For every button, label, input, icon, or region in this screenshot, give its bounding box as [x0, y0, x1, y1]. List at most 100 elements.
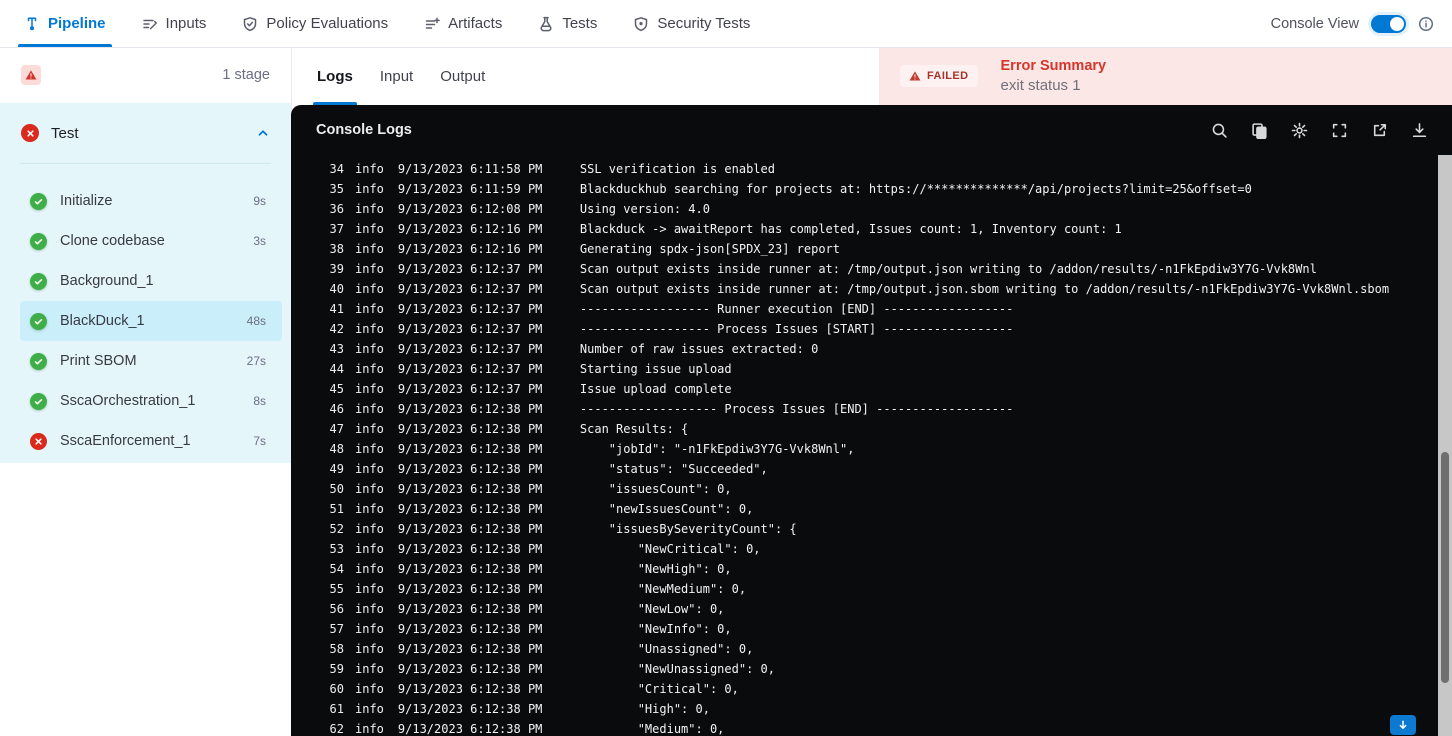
top-tab-policy-evaluations[interactable]: Policy Evaluations [242, 0, 388, 47]
console-scrollbar[interactable] [1438, 155, 1452, 736]
log-message: "NewUnassigned": 0, [579, 662, 775, 676]
step-duration: 3s [253, 234, 266, 248]
step-row-sscaorchestration-1[interactable]: SscaOrchestration_1 8s [20, 381, 282, 421]
log-viewport[interactable]: 34 info 9/13/2023 6:11:58 PM SSL verificati… [291, 163, 1438, 736]
log-message: Number of raw issues extracted: 0 [579, 342, 819, 356]
copy-icon[interactable] [1251, 122, 1268, 139]
log-line-number: 43 [329, 342, 344, 356]
log-line: 42 info 9/13/2023 6:12:37 PM --------------… [291, 319, 1438, 339]
log-level: info [355, 202, 384, 216]
log-line: 35 info 9/13/2023 6:11:59 PM Blackduckhub s… [291, 179, 1438, 199]
log-tab-input[interactable]: Input [380, 47, 413, 105]
top-tab-label: Policy Evaluations [266, 15, 389, 32]
log-message: "Medium": 0, [579, 722, 725, 736]
log-message: Using version: 4.0 [579, 202, 710, 216]
warning-triangle-icon [909, 70, 921, 82]
log-timestamp: 9/13/2023 6:12:16 PM [397, 242, 543, 256]
step-row-sscaenforcement-1[interactable]: SscaEnforcement_1 7s [20, 421, 282, 461]
log-message: "Critical": 0, [579, 682, 739, 696]
log-timestamp: 9/13/2023 6:12:38 PM [397, 702, 543, 716]
stage-name: Test [51, 124, 79, 142]
log-line: 36 info 9/13/2023 6:12:08 PM Using version:… [291, 199, 1438, 219]
step-row-clone-codebase[interactable]: Clone codebase 3s [20, 221, 282, 261]
log-timestamp: 9/13/2023 6:12:38 PM [397, 562, 543, 576]
log-level: info [355, 502, 384, 516]
log-line: 52 info 9/13/2023 6:12:38 PM "issuesBySeve… [291, 519, 1438, 539]
log-tabs: Logs Input Output [292, 47, 485, 105]
log-line: 53 info 9/13/2023 6:12:38 PM "NewCritical"… [291, 539, 1438, 559]
log-line: 51 info 9/13/2023 6:12:38 PM "newIssuesCou… [291, 499, 1438, 519]
log-line-number: 35 [329, 182, 344, 196]
log-timestamp: 9/13/2023 6:12:38 PM [397, 522, 543, 536]
log-line-number: 48 [329, 442, 344, 456]
top-nav: Pipeline Inputs Policy Evaluations Artifact… [0, 0, 1452, 48]
log-tab-output[interactable]: Output [440, 47, 485, 105]
top-tab-security-tests[interactable]: Security Tests [633, 0, 750, 47]
stage-count: 1 stage [222, 67, 270, 83]
top-tab-label: Artifacts [448, 15, 503, 32]
step-row-blackduck-1[interactable]: BlackDuck_1 48s [20, 301, 282, 341]
top-tab-inputs[interactable]: Inputs [142, 0, 207, 47]
log-line: 49 info 9/13/2023 6:12:38 PM "status": "Su… [291, 459, 1438, 479]
log-timestamp: 9/13/2023 6:12:38 PM [397, 582, 543, 596]
settings-icon[interactable] [1291, 122, 1308, 139]
open-in-new-icon[interactable] [1371, 122, 1388, 139]
log-level: info [355, 522, 384, 536]
log-tab-logs[interactable]: Logs [313, 47, 357, 105]
log-level: info [355, 262, 384, 276]
log-line-number: 36 [329, 202, 344, 216]
log-message: Scan Results: { [579, 422, 689, 436]
log-message: Scan output exists inside runner at: /tm… [579, 282, 1390, 296]
log-message: "NewHigh": 0, [579, 562, 732, 576]
log-level: info [355, 602, 384, 616]
log-level: info [355, 682, 384, 696]
top-tab-artifacts[interactable]: Artifacts [424, 0, 502, 47]
sidebar: 1 stage Test Initialize 9s Clone codebase 3… [0, 47, 292, 736]
log-tabbar: Logs Input Output FAILED Error Summary exi… [292, 47, 1452, 105]
info-icon[interactable] [1418, 16, 1434, 32]
log-line-number: 41 [329, 302, 344, 316]
step-duration: 8s [253, 394, 266, 408]
log-timestamp: 9/13/2023 6:12:37 PM [397, 362, 543, 376]
stage-row-test[interactable]: Test [0, 103, 291, 163]
log-line: 62 info 9/13/2023 6:12:38 PM "Medium": 0, [291, 719, 1438, 736]
top-tab-label: Inputs [165, 15, 207, 32]
step-duration: 7s [253, 434, 266, 448]
step-row-initialize[interactable]: Initialize 9s [20, 181, 282, 221]
log-timestamp: 9/13/2023 6:12:38 PM [397, 482, 543, 496]
stage-panel: Test Initialize 9s Clone codebase 3s Backgro… [0, 103, 291, 463]
console-view-toggle[interactable] [1371, 14, 1406, 33]
top-tab-pipeline[interactable]: Pipeline [18, 0, 112, 47]
step-row-print-sbom[interactable]: Print SBOM 27s [20, 341, 282, 381]
log-line: 48 info 9/13/2023 6:12:38 PM "jobId": "-n1… [291, 439, 1438, 459]
scrollbar-thumb[interactable] [1441, 452, 1449, 683]
log-timestamp: 9/13/2023 6:12:38 PM [397, 662, 543, 676]
download-icon[interactable] [1411, 122, 1428, 139]
search-icon[interactable] [1211, 122, 1228, 139]
step-list: Initialize 9s Clone codebase 3s Background_1… [0, 181, 291, 461]
top-tab-tests[interactable]: Tests [538, 0, 597, 47]
step-label: Clone codebase [60, 233, 165, 249]
log-line-number: 38 [329, 242, 344, 256]
log-line-number: 54 [329, 562, 344, 576]
step-duration: 9s [253, 194, 266, 208]
top-nav-right: Console View [1271, 14, 1452, 33]
log-message: ------------------ Runner execution [END… [579, 302, 1014, 316]
log-timestamp: 9/13/2023 6:12:38 PM [397, 642, 543, 656]
log-level: info [355, 222, 384, 236]
log-line-number: 51 [329, 502, 344, 516]
check-circle-icon [30, 392, 47, 410]
step-row-background-1[interactable]: Background_1 [20, 261, 282, 301]
log-line: 50 info 9/13/2023 6:12:38 PM "issuesCount"… [291, 479, 1438, 499]
log-level: info [355, 302, 384, 316]
fullscreen-icon[interactable] [1331, 122, 1348, 139]
log-line: 37 info 9/13/2023 6:12:16 PM Blackduck -> a… [291, 219, 1438, 239]
log-timestamp: 9/13/2023 6:12:37 PM [397, 302, 543, 316]
log-timestamp: 9/13/2023 6:12:38 PM [397, 542, 543, 556]
step-label: BlackDuck_1 [60, 313, 145, 329]
log-line-number: 45 [329, 382, 344, 396]
log-level: info [355, 382, 384, 396]
chevron-up-icon[interactable] [256, 126, 270, 140]
log-level: info [355, 642, 384, 656]
scroll-to-bottom-button[interactable] [1390, 715, 1416, 735]
